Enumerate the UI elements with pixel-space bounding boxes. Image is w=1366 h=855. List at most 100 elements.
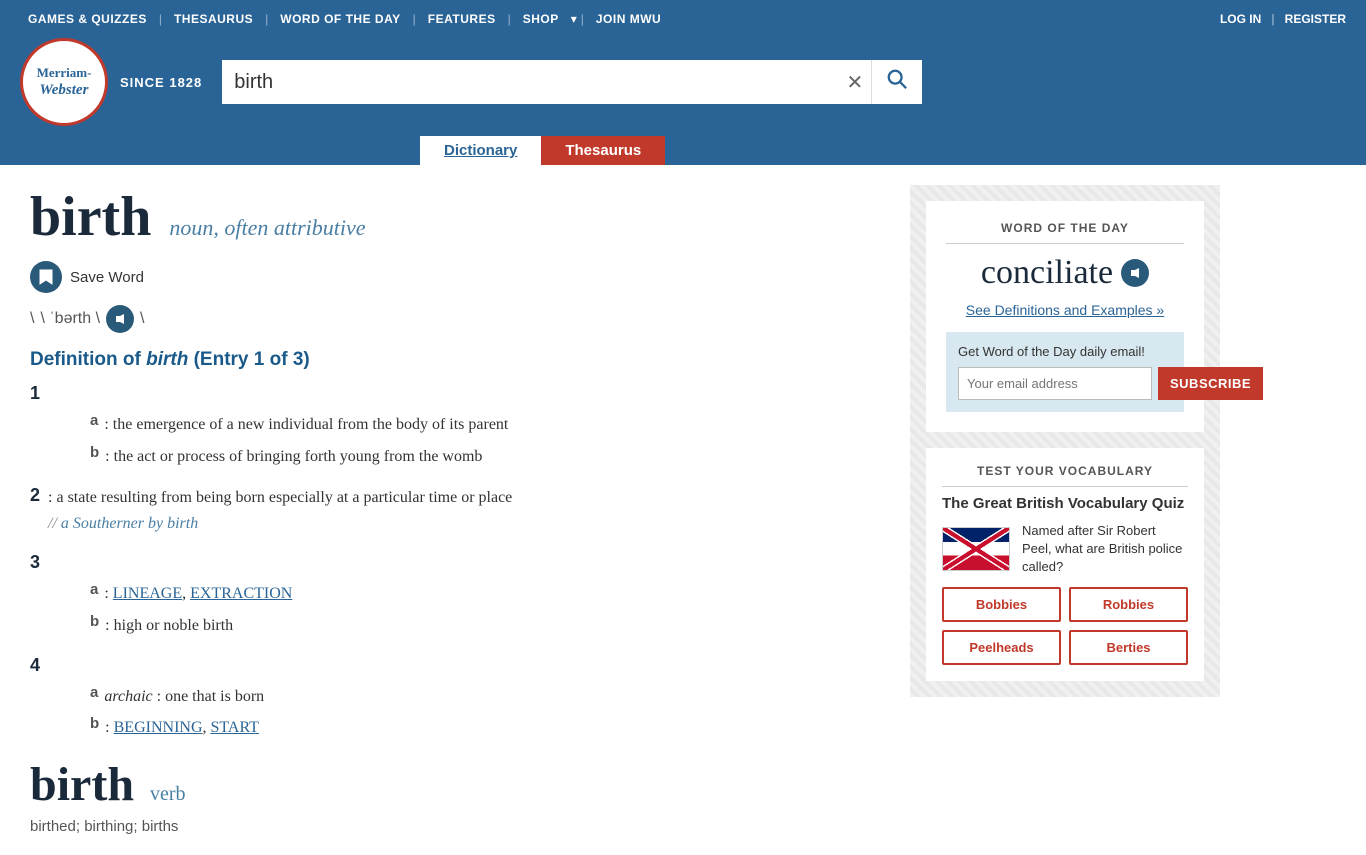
- save-word-container[interactable]: Save Word: [30, 261, 880, 293]
- register-link[interactable]: REGISTER: [1285, 12, 1346, 26]
- link-start[interactable]: START: [211, 719, 259, 736]
- def-row-3b: b : high or noble birth: [60, 613, 880, 639]
- def-group-3: 3 a : LINEAGE, EXTRACTION b : high or no…: [30, 552, 880, 638]
- wotd-audio-button[interactable]: [1121, 259, 1149, 287]
- def-group-4: 4 a archaic : one that is born b : BEGIN…: [30, 655, 880, 741]
- quiz-option-bobbies[interactable]: Bobbies: [942, 587, 1061, 622]
- def-row-2: 2 : a state resulting from being born es…: [30, 485, 880, 536]
- def-text-2: : a state resulting from being born espe…: [48, 485, 512, 536]
- def-group-1: 1 a : the emergence of a new individual …: [30, 383, 880, 469]
- def-letter-3b: b: [90, 613, 99, 630]
- vocab-card: TEST YOUR VOCABULARY The Great British V…: [926, 448, 1204, 681]
- def-text-3a: : LINEAGE, EXTRACTION: [104, 581, 292, 607]
- nav-games[interactable]: GAMES & QUIZZES: [20, 8, 155, 30]
- word-title: birth: [30, 186, 151, 248]
- uk-flag-image: [942, 527, 1010, 571]
- def-row-4a: a archaic : one that is born: [60, 684, 880, 710]
- link-extraction[interactable]: EXTRACTION: [190, 585, 292, 602]
- nav-features[interactable]: FEATURES: [420, 8, 504, 30]
- nav-word-of-day[interactable]: WORD OF THE DAY: [272, 8, 408, 30]
- def-letter-4b: b: [90, 715, 99, 732]
- def-row-3a: a : LINEAGE, EXTRACTION: [60, 581, 880, 607]
- def-text-4b: : BEGINNING, START: [105, 715, 259, 741]
- clear-search-button[interactable]: ✕: [839, 62, 872, 103]
- save-word-label: Save Word: [70, 269, 144, 286]
- word-pos: noun, often attributive: [169, 215, 365, 240]
- nav-join[interactable]: JOIN MWU: [588, 8, 669, 30]
- quiz-option-robbies[interactable]: Robbies: [1069, 587, 1188, 622]
- pron-text: \ ˈbərth \: [40, 310, 100, 328]
- sidebar-background: WORD OF THE DAY conciliate See Definitio…: [910, 185, 1220, 697]
- word-title-2: birth: [30, 758, 134, 811]
- nav-thesaurus[interactable]: THESAURUS: [166, 8, 261, 30]
- wotd-title: WORD OF THE DAY: [946, 221, 1184, 235]
- def-text-3b: : high or noble birth: [105, 613, 233, 639]
- def-number-1: 1: [30, 383, 40, 404]
- email-row: SUBSCRIBE: [958, 367, 1172, 400]
- wotd-divider: [946, 243, 1184, 244]
- wotd-link: See Definitions and Examples »: [946, 302, 1184, 320]
- flag-row: Named after Sir Robert Peel, what are Br…: [942, 522, 1188, 577]
- header-top: GAMES & QUIZZES | THESAURUS | WORD OF TH…: [0, 0, 1366, 38]
- wotd-word-text: conciliate: [981, 254, 1113, 292]
- wotd-word: conciliate: [946, 254, 1184, 292]
- search-bar: ✕: [222, 60, 922, 104]
- pronunciation-audio-button[interactable]: [106, 305, 134, 333]
- header-auth: LOG IN | REGISTER: [1220, 12, 1346, 26]
- wotd-email-section: Get Word of the Day daily email! SUBSCRI…: [946, 332, 1184, 412]
- quiz-option-peelheads[interactable]: Peelheads: [942, 630, 1061, 665]
- subscribe-button[interactable]: SUBSCRIBE: [1158, 367, 1263, 400]
- pron-close: \: [140, 310, 144, 328]
- verb-forms: birthed; birthing; births: [30, 818, 880, 835]
- def-row-1a: a : the emergence of a new individual fr…: [60, 412, 880, 438]
- def-text-4a: archaic : one that is born: [104, 684, 264, 710]
- def-row-3: 3: [30, 552, 880, 573]
- search-button[interactable]: [871, 60, 922, 104]
- wotd-email-label: Get Word of the Day daily email!: [958, 344, 1172, 359]
- definitions-list: 1 a : the emergence of a new individual …: [30, 383, 880, 741]
- def-letter-1a: a: [90, 412, 98, 429]
- def-letter-1b: b: [90, 444, 99, 461]
- flag-question: Named after Sir Robert Peel, what are Br…: [1022, 522, 1188, 577]
- email-input[interactable]: [958, 367, 1152, 400]
- bookmark-icon: [38, 268, 54, 286]
- quiz-options: Bobbies Robbies Peelheads Berties: [942, 587, 1188, 665]
- tab-dictionary[interactable]: Dictionary: [420, 136, 541, 165]
- def-example-2: // a Southerner by birth: [48, 515, 198, 532]
- def-row-4b: b : BEGINNING, START: [60, 715, 880, 741]
- def-row-4: 4: [30, 655, 880, 676]
- def-number-3: 3: [30, 552, 40, 573]
- since-text: SINCE 1828: [120, 75, 202, 90]
- search-input[interactable]: [222, 63, 838, 102]
- nav-shop[interactable]: SHOP: [515, 8, 567, 30]
- def-header-word: birth: [146, 349, 188, 370]
- login-link[interactable]: LOG IN: [1220, 12, 1261, 26]
- wotd-see-definitions-link[interactable]: See Definitions and Examples »: [966, 302, 1164, 318]
- link-lineage[interactable]: LINEAGE: [113, 585, 182, 602]
- def-letter-4a: a: [90, 684, 98, 701]
- def-row-1b: b : the act or process of bringing forth…: [60, 444, 880, 470]
- def-letter-3a: a: [90, 581, 98, 598]
- search-icon: [886, 68, 908, 90]
- tab-bar: Dictionary Thesaurus: [0, 136, 1366, 165]
- logo[interactable]: Merriam- Webster: [20, 38, 108, 126]
- vocab-quiz-title: The Great British Vocabulary Quiz: [942, 495, 1188, 512]
- def-text-1b: : the act or process of bringing forth y…: [105, 444, 482, 470]
- definition-header: Definition of birth (Entry 1 of 3): [30, 349, 880, 371]
- vocab-divider: [942, 486, 1188, 487]
- link-beginning[interactable]: BEGINNING: [114, 719, 203, 736]
- main-container: birth noun, often attributive Save Word …: [0, 165, 1366, 855]
- logo-container: Merriam- Webster SINCE 1828: [20, 38, 202, 126]
- tab-thesaurus[interactable]: Thesaurus: [541, 136, 665, 165]
- content-area: birth noun, often attributive Save Word …: [30, 185, 880, 835]
- wotd-card: WORD OF THE DAY conciliate See Definitio…: [926, 201, 1204, 432]
- def-text-1a: : the emergence of a new individual from…: [104, 412, 508, 438]
- word-pos-2: verb: [150, 783, 186, 805]
- pronunciation: \ \ ˈbərth \ \: [30, 305, 880, 333]
- def-group-2: 2 : a state resulting from being born es…: [30, 485, 880, 536]
- pron-open: \: [30, 310, 34, 328]
- word-heading: birth noun, often attributive: [30, 185, 880, 249]
- quiz-option-berties[interactable]: Berties: [1069, 630, 1188, 665]
- def-number-4: 4: [30, 655, 40, 676]
- sidebar: WORD OF THE DAY conciliate See Definitio…: [910, 185, 1220, 835]
